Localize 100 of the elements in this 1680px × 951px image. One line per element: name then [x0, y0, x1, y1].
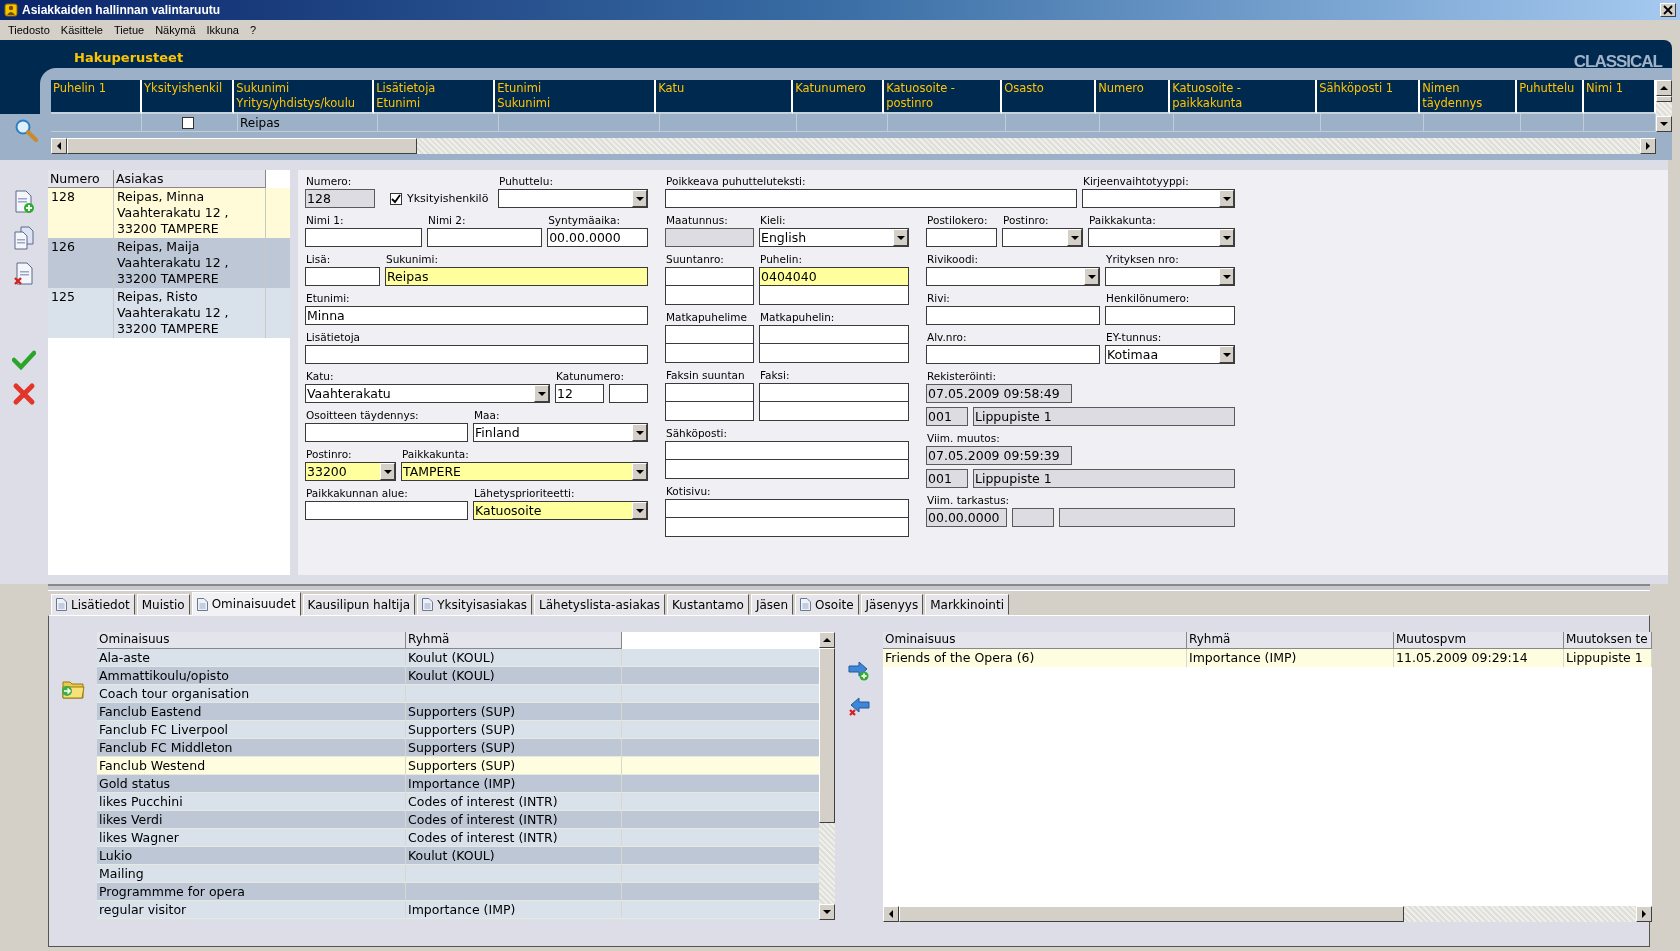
input-field[interactable] — [665, 499, 909, 518]
input-field[interactable] — [665, 189, 1077, 208]
dropdown[interactable] — [1105, 267, 1235, 286]
column-header[interactable]: Nimi 1 — [1584, 80, 1656, 114]
tab[interactable]: Lisätiedot — [51, 594, 135, 615]
menu-item[interactable]: Tiedosto — [8, 24, 50, 36]
filter-cell[interactable] — [1321, 114, 1424, 132]
column-header[interactable]: Nimen täydennys — [1420, 80, 1518, 114]
input-field[interactable] — [665, 344, 754, 363]
filter-cell[interactable] — [660, 114, 797, 132]
table-row[interactable]: Lukio Koulut (KOUL) — [97, 847, 819, 865]
input-field[interactable] — [305, 501, 468, 520]
input-field[interactable]: 001 — [926, 469, 968, 488]
column-header[interactable]: Numero — [48, 170, 114, 188]
dropdown[interactable]: 33200 — [305, 462, 396, 481]
column-header[interactable]: Muutospvm — [1394, 632, 1564, 649]
input-field[interactable] — [665, 402, 754, 421]
table-row[interactable]: likes Wagner Codes of interest (INTR) — [97, 829, 819, 847]
horizontal-scrollbar[interactable] — [883, 906, 1652, 922]
menu-item[interactable]: ? — [249, 24, 257, 36]
column-header[interactable]: Ominaisuus — [97, 632, 406, 649]
input-field[interactable]: 12 — [555, 384, 604, 403]
tab[interactable]: Yksityisasiakas — [417, 594, 533, 615]
table-row[interactable]: Gold status Importance (IMP) — [97, 775, 819, 793]
input-field[interactable] — [665, 441, 909, 460]
input-field[interactable] — [665, 518, 909, 537]
filter-cell[interactable] — [888, 114, 1006, 132]
add-arrow-icon[interactable] — [847, 660, 871, 682]
column-header[interactable]: Etunimi Sukunimi — [495, 80, 657, 114]
column-header[interactable]: Puhuttelu — [1517, 80, 1584, 114]
table-row[interactable]: Ammattikoulu/opisto Koulut (KOUL) — [97, 667, 819, 685]
input-field[interactable]: 07.05.2009 09:59:39 — [926, 446, 1072, 465]
dropdown[interactable] — [1002, 228, 1083, 247]
input-field[interactable] — [665, 383, 754, 402]
input-field[interactable] — [665, 228, 754, 247]
input-field[interactable] — [759, 344, 909, 363]
tab[interactable]: Jäsenyys — [860, 594, 924, 615]
column-header[interactable]: Sukunimi Yritys/yhdistys/koulu — [234, 80, 375, 114]
column-header[interactable]: Osasto — [1002, 80, 1097, 114]
input-field[interactable] — [926, 228, 997, 247]
splitter-bar[interactable] — [48, 584, 1650, 591]
dropdown[interactable] — [498, 189, 648, 208]
tab[interactable]: Osoite — [795, 594, 859, 615]
input-field[interactable] — [759, 383, 909, 402]
filter-cell[interactable] — [1174, 114, 1321, 132]
dropdown[interactable]: Vaahterakatu — [305, 384, 550, 403]
search-icon[interactable] — [14, 118, 38, 142]
table-row[interactable]: likes Verdi Codes of interest (INTR) — [97, 811, 819, 829]
close-button[interactable] — [1660, 3, 1676, 17]
column-header[interactable]: Katunumero — [793, 80, 885, 114]
table-row[interactable]: Coach tour organisation — [97, 685, 819, 703]
input-field[interactable] — [665, 286, 754, 305]
filter-cell[interactable] — [797, 114, 888, 132]
filter-cell[interactable] — [378, 114, 499, 132]
input-field[interactable] — [1012, 508, 1054, 527]
table-row[interactable]: Friends of the Opera (6) Importance (IMP) 11.05.2009 09:29:14 Lippupiste 1 — [883, 649, 1652, 667]
filter-cell[interactable] — [1006, 114, 1100, 132]
column-header[interactable]: Lisätietoja Etunimi — [374, 80, 496, 114]
tab[interactable]: Kustantamo — [667, 594, 749, 615]
column-header[interactable]: Sähköposti 1 — [1317, 80, 1421, 114]
filter-cell[interactable] — [1521, 114, 1584, 132]
filter-cell[interactable] — [51, 114, 142, 132]
table-row[interactable]: likes Pucchini Codes of interest (INTR) — [97, 793, 819, 811]
column-header[interactable]: Katuosoite - postinro — [884, 80, 1003, 114]
horizontal-scrollbar[interactable] — [51, 138, 1656, 154]
copy-document-icon[interactable] — [13, 226, 35, 250]
input-field[interactable]: 001 — [926, 407, 968, 426]
input-field[interactable] — [926, 345, 1100, 364]
column-header[interactable]: Ominaisuus — [883, 632, 1187, 649]
menu-item[interactable]: Ikkuna — [206, 24, 239, 36]
table-row[interactable]: Fanclub FC Liverpool Supporters (SUP) — [97, 721, 819, 739]
customer-row[interactable]: 128 Reipas, Minna Vaahterakatu 12 , 33200 TAMPERE — [48, 188, 290, 238]
column-header[interactable]: Yksityishenkil — [142, 80, 235, 114]
filter-cell[interactable] — [1100, 114, 1174, 132]
column-header[interactable]: Katuosoite - paikkakunta — [1170, 80, 1318, 114]
input-field[interactable]: 00.00.0000 — [926, 508, 1007, 527]
column-header[interactable]: Muutoksen te — [1564, 632, 1652, 649]
dropdown[interactable] — [1082, 189, 1235, 208]
table-row[interactable]: Ala-aste Koulut (KOUL) — [97, 649, 819, 667]
tab[interactable]: Jäsen — [750, 594, 794, 615]
tab[interactable]: Muistio — [136, 594, 190, 615]
input-field[interactable]: Reipas — [385, 267, 648, 286]
input-field[interactable] — [926, 306, 1100, 325]
remove-arrow-icon[interactable] — [847, 696, 871, 718]
table-row[interactable]: regular visitor Importance (IMP) — [97, 901, 819, 919]
input-field[interactable] — [305, 423, 468, 442]
customer-row[interactable]: 126 Reipas, Maija Vaahterakatu 12 , 33200 TAMPERE — [48, 238, 290, 288]
filter-cell[interactable] — [1424, 114, 1521, 132]
input-field[interactable]: Lippupiste 1 — [973, 469, 1235, 488]
table-row[interactable]: Mailing — [97, 865, 819, 883]
tab[interactable]: Ominaisuudet — [191, 592, 301, 616]
input-field[interactable] — [1059, 508, 1235, 527]
filter-cell[interactable]: Reipas — [238, 114, 378, 132]
new-document-icon[interactable] — [13, 190, 35, 214]
dropdown[interactable]: English — [759, 228, 909, 247]
vertical-scrollbar[interactable] — [1656, 80, 1672, 132]
delete-document-icon[interactable] — [13, 262, 35, 286]
dropdown[interactable]: Finland — [473, 423, 648, 442]
checkbox[interactable] — [390, 192, 402, 205]
customer-row[interactable]: 125 Reipas, Risto Vaahterakatu 12 , 33200 TAMPERE — [48, 288, 290, 338]
